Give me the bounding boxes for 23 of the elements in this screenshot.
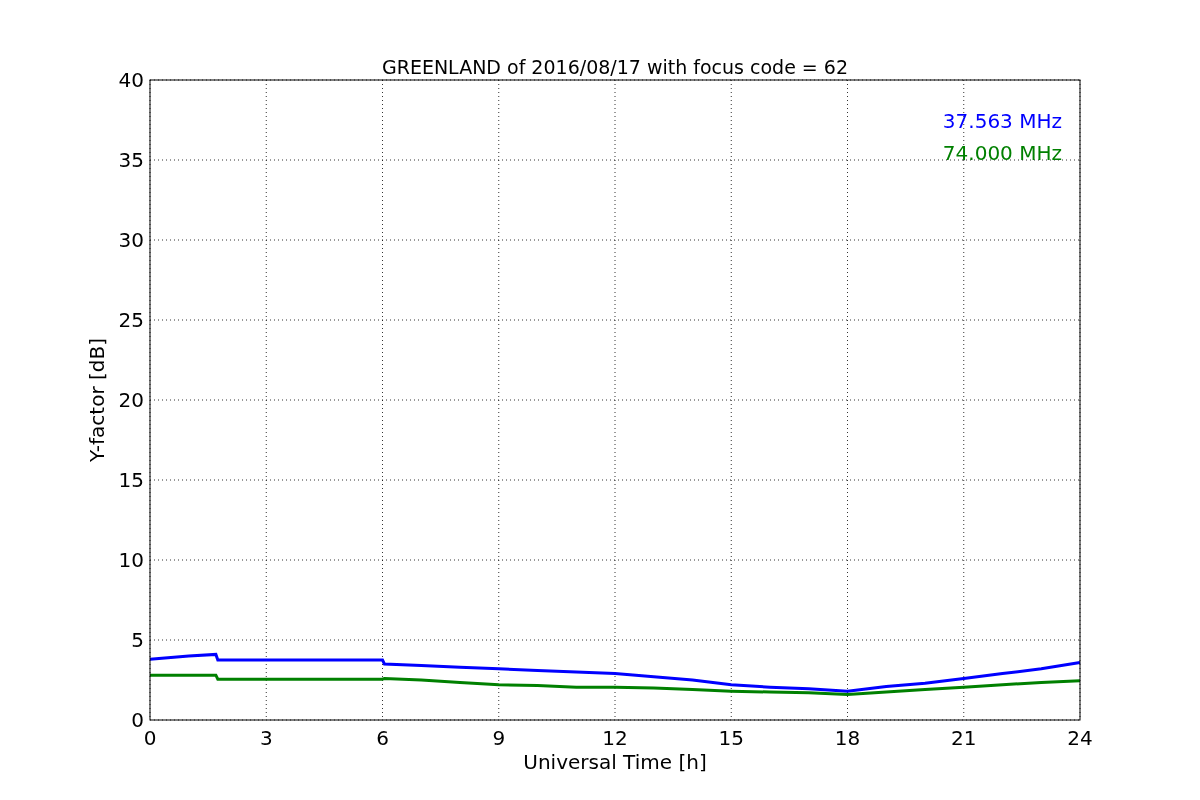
x-tick-label: 18 <box>834 726 861 750</box>
x-tick-label: 6 <box>376 726 389 750</box>
x-tick-label: 12 <box>602 726 628 750</box>
chart-title: GREENLAND of 2016/08/17 with focus code = 62 <box>382 56 848 78</box>
x-tick-label: 24 <box>1067 726 1093 750</box>
x-tick-label: 3 <box>259 726 273 750</box>
y-tick-label: 15 <box>118 468 144 492</box>
x-tick-label: 21 <box>951 726 977 750</box>
x-axis-label: Universal Time [h] <box>523 750 707 774</box>
y-tick-label: 25 <box>118 308 144 332</box>
legend-label: 74.000 MHz <box>942 141 1062 165</box>
y-tick-label: 10 <box>118 548 144 572</box>
y-tick-label: 40 <box>118 68 144 92</box>
y-tick-label: 20 <box>118 388 144 412</box>
y-axis-label: Y-factor [dB] <box>85 338 109 462</box>
y-tick-label: 5 <box>131 628 144 652</box>
y-tick-label: 0 <box>131 708 144 732</box>
x-tick-label: 15 <box>718 726 744 750</box>
y-tick-label: 30 <box>118 228 144 252</box>
x-tick-label: 9 <box>492 726 506 750</box>
legend-label: 37.563 MHz <box>942 109 1062 133</box>
x-tick-label: 0 <box>143 726 157 750</box>
y-tick-label: 35 <box>118 148 144 172</box>
